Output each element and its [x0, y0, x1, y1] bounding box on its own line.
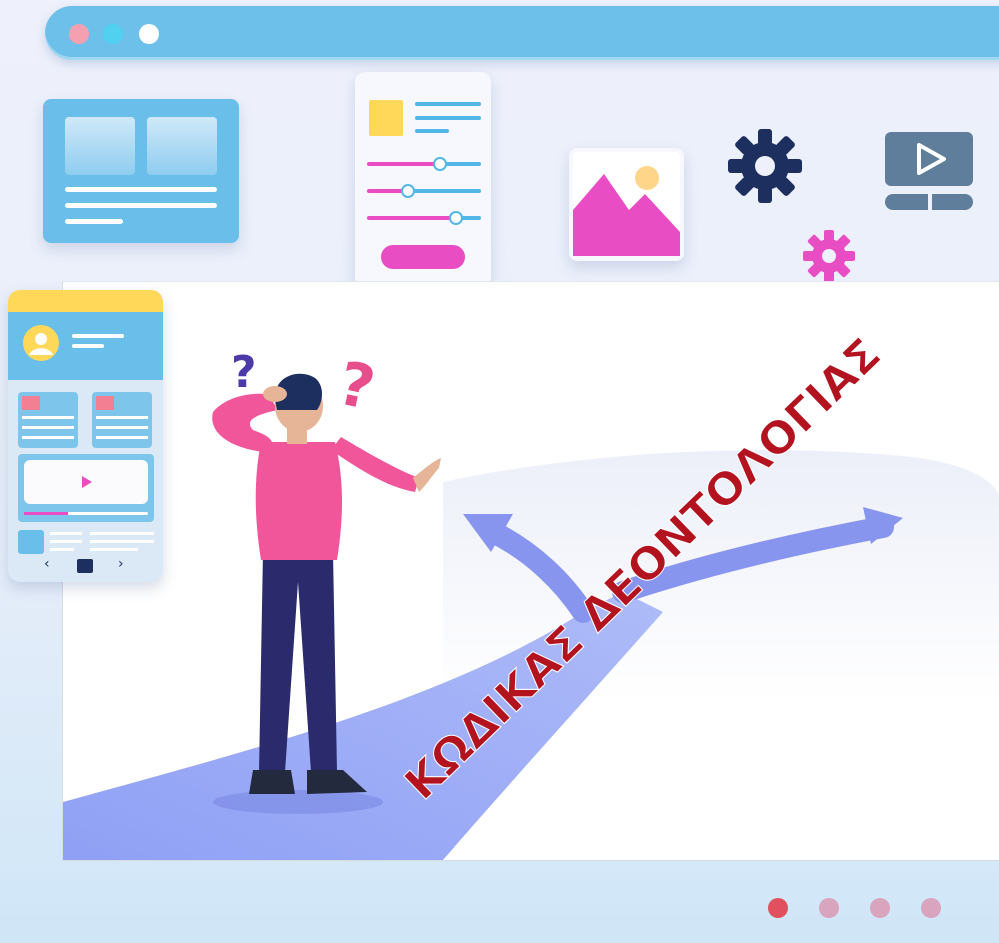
text-line [90, 540, 154, 543]
slider-2[interactable] [367, 184, 481, 198]
question-mark-right: ? [332, 349, 381, 425]
pagination-dot-2[interactable] [819, 898, 839, 918]
text-line [65, 187, 217, 192]
slider-3[interactable] [367, 211, 481, 225]
video-progress-fill [24, 512, 68, 515]
text-line [50, 532, 82, 535]
decision-illustration: ? ? ΚΩΔΙΚΑΣ ΔΕΟΝΤΟΛΟΓΙΑΣ [63, 328, 999, 860]
pagination-dot-3[interactable] [870, 898, 890, 918]
small-gear-icon [803, 230, 855, 282]
browser-title-bar [45, 6, 999, 60]
text-line [90, 532, 154, 535]
window-maximize-button[interactable] [139, 24, 159, 44]
phone-mockup: ‹ › [8, 290, 163, 582]
text-line [415, 102, 481, 106]
text-line [72, 344, 104, 348]
pagination-dot-4[interactable] [921, 898, 941, 918]
text-line [96, 436, 148, 439]
window-close-button[interactable] [69, 24, 89, 44]
phone-top-bar [8, 290, 163, 312]
question-mark-left: ? [231, 347, 257, 398]
image-mountain-icon [573, 152, 680, 256]
gear-icon [728, 129, 802, 203]
phone-home-button[interactable] [77, 559, 93, 573]
text-line [96, 426, 148, 429]
play-icon[interactable] [80, 474, 94, 490]
text-line [22, 436, 74, 439]
tile-thumbnail [96, 396, 114, 410]
layout-pane-right [147, 117, 217, 175]
text-line [415, 129, 449, 133]
video-preview[interactable] [24, 460, 148, 504]
settings-card [355, 72, 491, 288]
text-line [72, 334, 124, 338]
text-line [90, 548, 138, 551]
slider-1-handle[interactable] [433, 157, 447, 171]
layout-window-card [43, 99, 239, 243]
text-line [65, 219, 123, 224]
text-line [415, 116, 481, 120]
video-player-icon[interactable] [884, 131, 974, 213]
slider-1[interactable] [367, 157, 481, 171]
phone-profile-header [8, 312, 163, 380]
text-line [65, 203, 217, 208]
slider-3-handle[interactable] [449, 211, 463, 225]
slider-2-handle[interactable] [401, 184, 415, 198]
layout-pane-left [65, 117, 135, 175]
phone-tile[interactable] [18, 392, 78, 448]
text-line [96, 416, 148, 419]
image-card [569, 148, 684, 261]
text-line [22, 426, 74, 429]
window-minimize-button[interactable] [103, 24, 123, 44]
hero-illustration: ? ? ΚΩΔΙΚΑΣ ΔΕΟΝΤΟΛΟΓΙΑΣ [62, 281, 999, 861]
thumbnail-square [369, 100, 403, 136]
phone-next-button[interactable]: › [118, 556, 124, 572]
phone-tile[interactable] [92, 392, 152, 448]
text-line [22, 416, 74, 419]
user-avatar-icon[interactable] [22, 324, 60, 362]
tile-thumbnail [22, 396, 40, 410]
list-thumbnail [18, 530, 44, 554]
text-line [50, 540, 82, 543]
text-line [50, 548, 74, 551]
pagination-dot-1[interactable] [768, 898, 788, 918]
apply-button[interactable] [381, 245, 465, 269]
phone-prev-button[interactable]: ‹ [44, 556, 50, 572]
phone-video-panel [18, 454, 154, 522]
video-progress-bar[interactable] [24, 512, 148, 515]
